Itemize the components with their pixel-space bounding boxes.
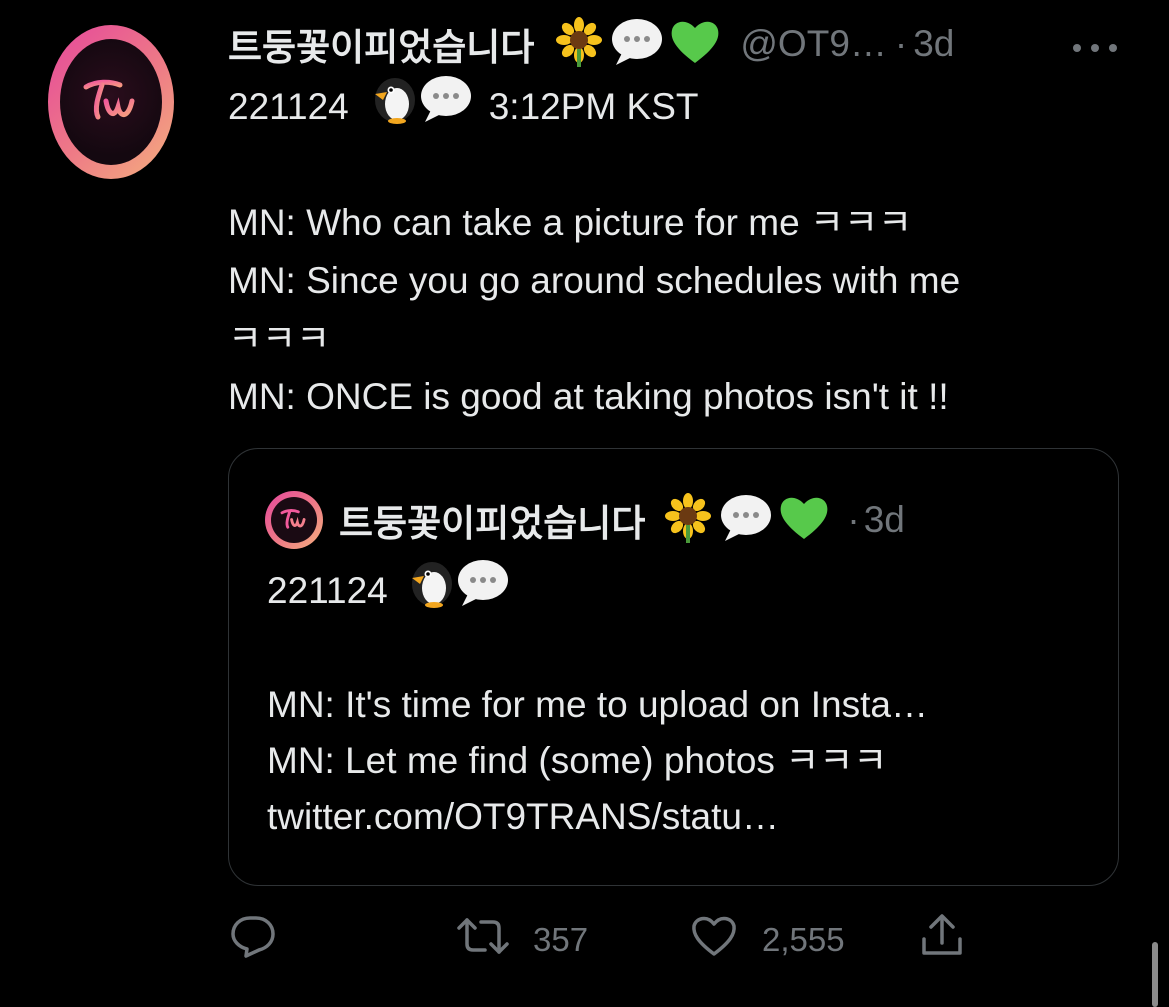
quoted-date: 221124	[267, 570, 388, 611]
quoted-link[interactable]: twitter.com/OT9TRANS/statu…	[267, 789, 1097, 845]
tweet-line: MN: Since you go around schedules with m…	[228, 260, 961, 301]
speech-bubble-icon	[719, 493, 773, 548]
like-count: 2,555	[762, 921, 845, 958]
separator-dot: ·	[894, 23, 908, 64]
reply-button[interactable]	[230, 915, 276, 965]
tweet-line: ㅋㅋㅋ	[228, 318, 331, 359]
retweet-icon	[455, 914, 511, 966]
retweet-button[interactable]: 357	[455, 915, 588, 965]
reply-icon	[230, 914, 276, 966]
speech-bubble-icon	[610, 17, 664, 72]
penguin-icon	[404, 558, 456, 624]
quoted-avatar	[265, 491, 323, 549]
handle[interactable]: @OT9…	[740, 23, 887, 65]
retweet-count: 357	[533, 921, 589, 958]
sunflower-icon	[663, 492, 713, 548]
twice-logo-icon	[60, 39, 162, 165]
penguin-icon	[367, 74, 419, 141]
green-heart-icon	[668, 17, 722, 72]
tweet-line: MN: Who can take a picture for me ㅋㅋㅋ	[228, 202, 913, 243]
action-bar: 357 2,555	[0, 913, 1169, 967]
share-icon	[918, 913, 966, 967]
separator-dot: ·	[847, 499, 860, 540]
twice-logo-icon	[271, 497, 317, 543]
quoted-line: MN: It's time for me to upload on Insta…	[267, 684, 928, 725]
tweet-date-line: 221124 3:12PM KST	[228, 75, 1128, 136]
speech-bubble-icon	[456, 558, 510, 624]
sunflower-icon	[554, 16, 604, 72]
quoted-header: 트둥꽃이피었습니다 · 3d	[339, 491, 905, 549]
tweet-text: 221124 3:12PM KST MN: Who can take a pic…	[228, 75, 1128, 426]
quoted-date-line: 221124	[267, 560, 1097, 619]
tweet-header: 트둥꽃이피었습니다 @OT9… · 3d	[228, 16, 954, 72]
tweet-line: MN: ONCE is good at taking photos isn't …	[228, 376, 949, 417]
share-button[interactable]	[918, 913, 966, 967]
quoted-text: 221124 MN: It's time for me to upload on…	[267, 560, 1097, 845]
tweet-date: 221124	[228, 86, 349, 127]
quoted-tweet[interactable]: 트둥꽃이피었습니다 · 3d 221124 MN: It's time for …	[228, 448, 1119, 886]
like-button[interactable]: 2,555	[690, 915, 845, 965]
quoted-line: MN: Let me find (some) photos ㅋㅋㅋ	[267, 740, 888, 781]
tweet-time-kst: 3:12PM KST	[488, 86, 699, 127]
heart-icon	[690, 914, 738, 966]
green-heart-icon	[777, 493, 831, 548]
quoted-display-name: 트둥꽃이피었습니다	[339, 502, 646, 545]
speech-bubble-icon	[419, 74, 473, 141]
timestamp[interactable]: 3d	[913, 23, 954, 65]
display-name[interactable]: 트둥꽃이피었습니다	[228, 17, 534, 71]
more-options-icon[interactable]	[1072, 40, 1118, 52]
avatar[interactable]	[48, 25, 174, 179]
scrollbar[interactable]	[1152, 942, 1158, 1007]
quoted-timestamp: 3d	[863, 499, 905, 540]
